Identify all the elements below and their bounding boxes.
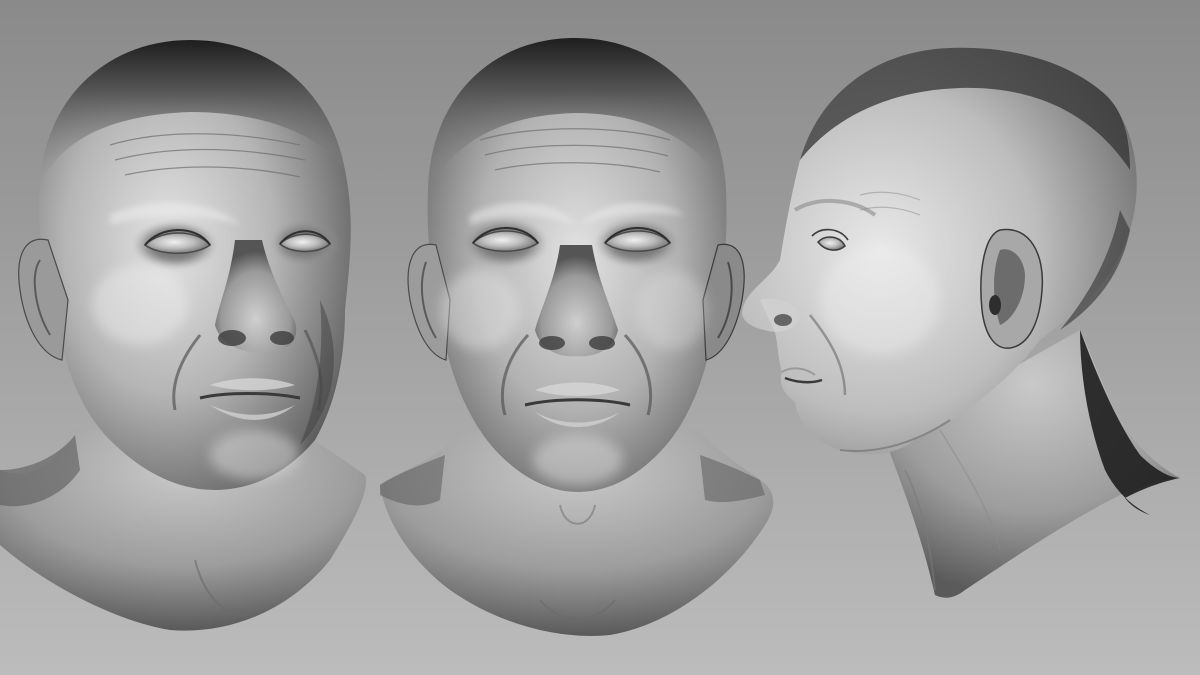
sculpt-render-viewport xyxy=(0,0,1200,675)
render-canvas xyxy=(0,0,1200,675)
head-view-front-three-quarter xyxy=(0,40,366,631)
